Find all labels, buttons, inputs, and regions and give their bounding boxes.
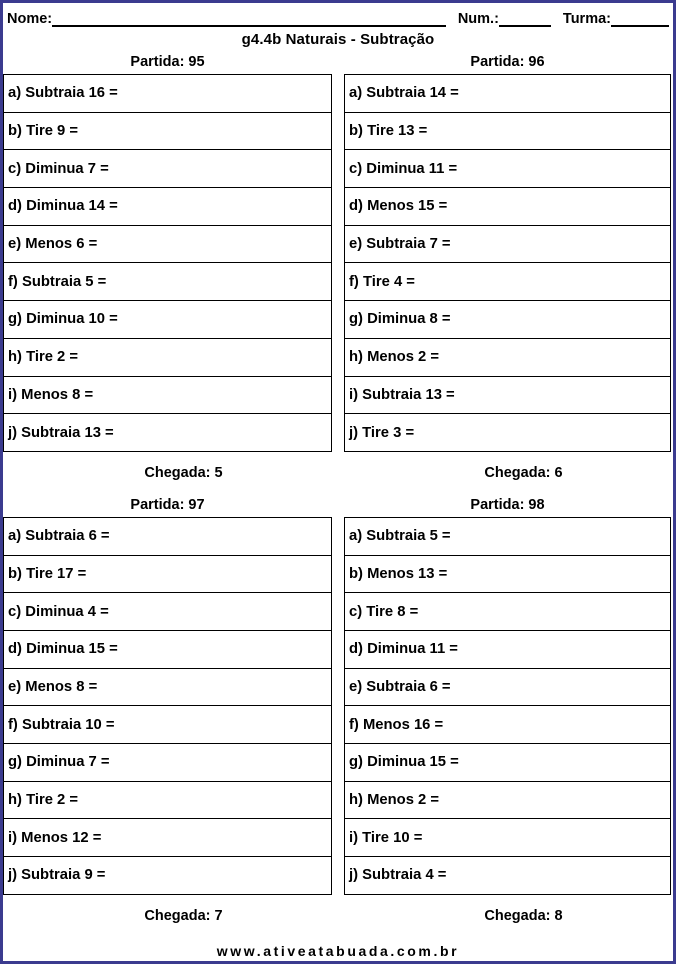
question-table: a) Subtraia 14 = b) Tire 13 = c) Diminua… [344,74,671,452]
name-label: Nome: [7,11,53,27]
question-row[interactable]: j) Subtraia 4 = [345,857,670,895]
site-url-footer: www.ativeatabuada.com.br [216,943,460,959]
question-row[interactable]: h) Menos 2 = [345,339,670,377]
question-row[interactable]: i) Menos 8 = [4,377,331,415]
question-row[interactable]: j) Subtraia 9 = [4,857,331,895]
question-row[interactable]: c) Diminua 4 = [4,593,331,631]
exercise-column: Partida: 97 a) Subtraia 6 = b) Tire 17 =… [3,494,338,937]
question-row[interactable]: a) Subtraia 16 = [4,75,331,113]
chegada-wrap: Chegada: 7 [3,895,332,937]
question-row[interactable]: f) Menos 16 = [345,706,670,744]
exercise-column: Partida: 95 a) Subtraia 16 = b) Tire 9 =… [3,51,338,494]
question-row[interactable]: b) Tire 17 = [4,556,331,594]
question-row[interactable]: h) Tire 2 = [4,339,331,377]
class-input-line[interactable] [611,13,669,27]
question-row[interactable]: d) Diminua 11 = [345,631,670,669]
question-table: a) Subtraia 6 = b) Tire 17 = c) Diminua … [3,516,332,895]
question-row[interactable]: b) Tire 13 = [345,113,670,151]
worksheet-page: Nome: Num.: Turma: g4.4b Naturais - Subt… [0,0,676,964]
student-id-row: Nome: Num.: Turma: [3,3,673,27]
question-table: a) Subtraia 16 = b) Tire 9 = c) Diminua … [3,74,332,452]
question-table: a) Subtraia 5 = b) Menos 13 = c) Tire 8 … [344,516,671,895]
page-title: g4.4b Naturais - Subtração [241,31,435,48]
number-input-line[interactable] [498,13,551,27]
exercise-column: Partida: 96 a) Subtraia 14 = b) Tire 13 … [338,51,673,494]
exercise-block: Partida: 97 a) Subtraia 6 = b) Tire 17 =… [3,494,673,937]
question-row[interactable]: f) Subtraia 5 = [4,263,331,302]
name-input-line[interactable] [52,13,446,27]
question-row[interactable]: b) Menos 13 = [345,556,670,594]
partida-heading: Partida: 95 [130,54,205,70]
question-row[interactable]: j) Tire 3 = [345,414,670,452]
question-row[interactable]: g) Diminua 8 = [345,301,670,339]
question-row[interactable]: b) Tire 9 = [4,113,331,151]
chegada-heading: Chegada: 5 [144,464,223,481]
class-label: Turma: [562,11,611,27]
question-row[interactable]: e) Subtraia 7 = [345,226,670,264]
chegada-wrap: Chegada: 6 [344,452,671,494]
question-row[interactable]: j) Subtraia 13 = [4,414,331,452]
chegada-wrap: Chegada: 5 [3,452,332,494]
question-row[interactable]: h) Menos 2 = [345,782,670,820]
question-row[interactable]: c) Diminua 7 = [4,150,331,189]
question-row[interactable]: a) Subtraia 6 = [4,518,331,556]
chegada-heading: Chegada: 7 [144,907,223,924]
question-row[interactable]: e) Menos 8 = [4,669,331,707]
question-row[interactable]: g) Diminua 15 = [345,744,670,782]
question-row[interactable]: f) Subtraia 10 = [4,706,331,744]
chegada-wrap: Chegada: 8 [344,895,671,937]
question-row[interactable]: c) Tire 8 = [345,593,670,631]
question-row[interactable]: g) Diminua 10 = [4,301,331,339]
question-row[interactable]: e) Subtraia 6 = [345,669,670,707]
partida-heading: Partida: 96 [470,54,545,70]
exercise-column: Partida: 98 a) Subtraia 5 = b) Menos 13 … [338,494,673,937]
chegada-heading: Chegada: 6 [484,464,563,481]
question-row[interactable]: a) Subtraia 5 = [345,518,670,556]
exercise-block: Partida: 95 a) Subtraia 16 = b) Tire 9 =… [3,51,673,494]
question-row[interactable]: g) Diminua 7 = [4,744,331,782]
question-row[interactable]: d) Diminua 15 = [4,631,331,669]
chegada-heading: Chegada: 8 [484,907,563,924]
question-row[interactable]: e) Menos 6 = [4,226,331,264]
question-row[interactable]: f) Tire 4 = [345,263,670,302]
question-row[interactable]: a) Subtraia 14 = [345,75,670,113]
question-row[interactable]: i) Subtraia 13 = [345,377,670,415]
question-row[interactable]: i) Tire 10 = [345,819,670,858]
question-row[interactable]: h) Tire 2 = [4,782,331,820]
partida-heading: Partida: 98 [470,496,545,513]
question-row[interactable]: d) Diminua 14 = [4,188,331,226]
question-row[interactable]: c) Diminua 11 = [345,150,670,189]
question-row[interactable]: i) Menos 12 = [4,819,331,858]
partida-heading: Partida: 97 [130,496,205,513]
question-row[interactable]: d) Menos 15 = [345,188,670,226]
number-label: Num.: [457,11,499,27]
